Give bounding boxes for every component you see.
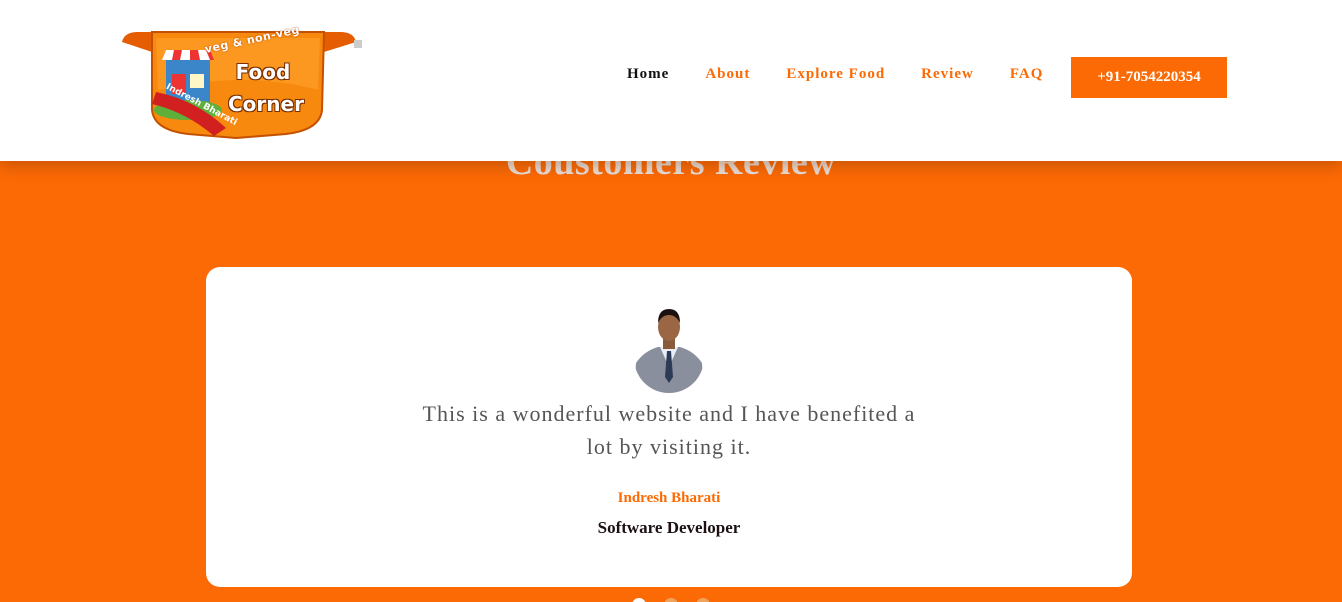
site-header: veg & non-veg Food Corner Indresh Bharat… — [0, 0, 1342, 161]
food-corner-logo[interactable]: veg & non-veg Food Corner Indresh Bharat… — [116, 23, 362, 140]
phone-button[interactable]: +91-7054220354 — [1071, 57, 1227, 98]
logo-title: Food Corner — [228, 60, 304, 116]
review-quote: This is a wonderful website and I have b… — [422, 401, 916, 459]
carousel-dot[interactable] — [664, 598, 678, 602]
nav-home[interactable]: Home — [627, 66, 669, 83]
nav-about[interactable]: About — [705, 66, 750, 83]
reviewer-name: Indresh Bharati — [617, 490, 721, 506]
nav-review[interactable]: Review — [921, 66, 974, 83]
reviewer-role: Software Developer — [597, 518, 741, 537]
carousel-dot[interactable] — [632, 598, 646, 602]
carousel-dots — [0, 598, 1342, 602]
reviewer-avatar — [634, 307, 704, 393]
nav-faq[interactable]: FAQ — [1010, 66, 1044, 83]
nav-explore-food[interactable]: Explore Food — [786, 66, 885, 83]
review-card: This is a wonderful website and I have b… — [206, 267, 1132, 587]
carousel-dot[interactable] — [696, 598, 710, 602]
main-nav: Home About Explore Food Review FAQ — [610, 66, 1071, 83]
